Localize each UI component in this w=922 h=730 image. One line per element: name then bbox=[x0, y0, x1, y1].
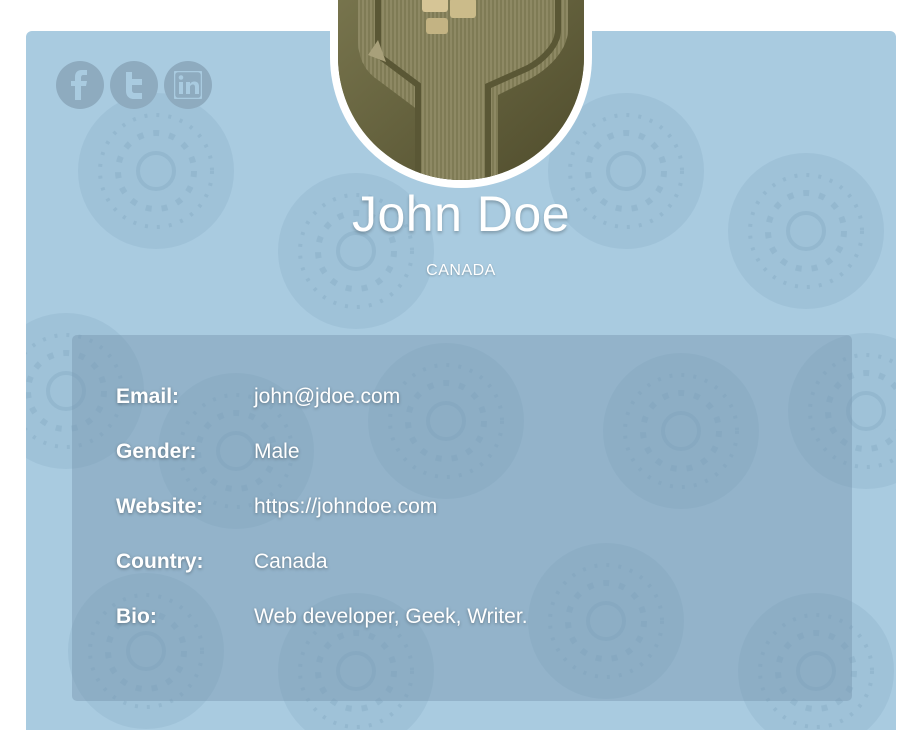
linkedin-icon bbox=[174, 71, 202, 99]
profile-page: John Doe CANADA Email: john@jdoe.com Gen… bbox=[0, 0, 922, 730]
avatar-photo-art bbox=[338, 0, 584, 180]
twitter-icon bbox=[126, 72, 142, 99]
facebook-icon bbox=[71, 70, 87, 100]
country-value: Canada bbox=[254, 550, 328, 573]
twitter-button[interactable] bbox=[110, 61, 158, 109]
profile-country-caption: CANADA bbox=[426, 262, 496, 279]
email-value[interactable]: john@jdoe.com bbox=[254, 385, 400, 409]
avatar-photo bbox=[338, 0, 584, 180]
website-label: Website: bbox=[116, 495, 204, 518]
bio-label: Bio: bbox=[116, 605, 157, 628]
facebook-button[interactable] bbox=[56, 61, 104, 109]
website-link[interactable]: https://johndoe.com bbox=[254, 495, 437, 519]
details-panel: Email: john@jdoe.com Gender: Male Websit… bbox=[72, 335, 852, 701]
profile-name: John Doe bbox=[351, 186, 571, 242]
country-label: Country: bbox=[116, 550, 204, 573]
email-label: Email: bbox=[116, 385, 180, 408]
bio-value: Web developer, Geek, Writer. bbox=[254, 605, 528, 628]
gender-value: Male bbox=[254, 440, 300, 463]
gender-label: Gender: bbox=[116, 440, 197, 463]
linkedin-button[interactable] bbox=[164, 61, 212, 109]
social-links bbox=[56, 61, 212, 109]
